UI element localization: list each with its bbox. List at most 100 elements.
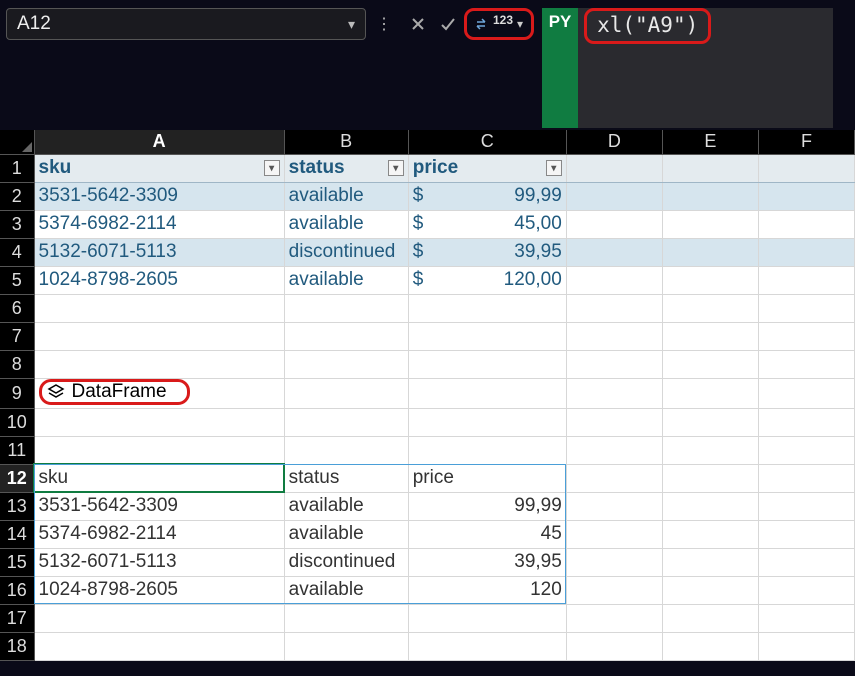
cell-F3[interactable]: [758, 210, 854, 238]
cell-C18[interactable]: [408, 632, 566, 660]
cell-B17[interactable]: [284, 604, 408, 632]
row-header-13[interactable]: 13: [0, 492, 34, 520]
cell-A7[interactable]: [34, 322, 284, 350]
cell-C16[interactable]: 120: [408, 576, 566, 604]
cell-D10[interactable]: [566, 408, 662, 436]
cell-C11[interactable]: [408, 436, 566, 464]
cell-E11[interactable]: [662, 436, 758, 464]
cancel-button[interactable]: [404, 10, 432, 38]
cell-A9[interactable]: DataFrame: [34, 378, 284, 408]
cell-C12[interactable]: price: [408, 464, 566, 492]
cell-B1[interactable]: status▾: [284, 154, 408, 182]
cell-F16[interactable]: [758, 576, 854, 604]
cell-B7[interactable]: [284, 322, 408, 350]
cell-E4[interactable]: [662, 238, 758, 266]
cell-E14[interactable]: [662, 520, 758, 548]
row-header-8[interactable]: 8: [0, 350, 34, 378]
cell-F17[interactable]: [758, 604, 854, 632]
cell-F13[interactable]: [758, 492, 854, 520]
cell-F15[interactable]: [758, 548, 854, 576]
cell-D5[interactable]: [566, 266, 662, 294]
cell-F6[interactable]: [758, 294, 854, 322]
select-all-corner[interactable]: [0, 130, 34, 154]
cell-D17[interactable]: [566, 604, 662, 632]
name-box-wrap[interactable]: ▾: [6, 8, 366, 40]
cell-D2[interactable]: [566, 182, 662, 210]
cell-A13[interactable]: 3531-5642-3309: [34, 492, 284, 520]
cell-B13[interactable]: available: [284, 492, 408, 520]
row-header-15[interactable]: 15: [0, 548, 34, 576]
cell-C1[interactable]: price▾: [408, 154, 566, 182]
cell-F9[interactable]: [758, 378, 854, 408]
dataframe-pill[interactable]: DataFrame: [39, 379, 190, 405]
cell-D7[interactable]: [566, 322, 662, 350]
cell-D18[interactable]: [566, 632, 662, 660]
cell-C5[interactable]: $120,00: [408, 266, 566, 294]
cell-D8[interactable]: [566, 350, 662, 378]
cell-E7[interactable]: [662, 322, 758, 350]
col-header-A[interactable]: A: [34, 130, 284, 154]
cell-F18[interactable]: [758, 632, 854, 660]
cell-D3[interactable]: [566, 210, 662, 238]
row-header-16[interactable]: 16: [0, 576, 34, 604]
chevron-down-icon[interactable]: ▾: [348, 16, 355, 33]
cell-B18[interactable]: [284, 632, 408, 660]
row-header-14[interactable]: 14: [0, 520, 34, 548]
cell-A18[interactable]: [34, 632, 284, 660]
cell-E9[interactable]: [662, 378, 758, 408]
cell-A14[interactable]: 5374-6982-2114: [34, 520, 284, 548]
row-header-7[interactable]: 7: [0, 322, 34, 350]
cell-F4[interactable]: [758, 238, 854, 266]
output-mode-toggle[interactable]: 123 ▾: [464, 8, 534, 40]
row-header-12[interactable]: 12: [0, 464, 34, 492]
cell-B3[interactable]: available: [284, 210, 408, 238]
kebab-icon[interactable]: ⋮: [376, 14, 394, 34]
col-header-F[interactable]: F: [758, 130, 854, 154]
filter-button[interactable]: ▾: [546, 160, 562, 176]
python-editor[interactable]: xl("A9"): [578, 8, 833, 128]
cell-B12[interactable]: status: [284, 464, 408, 492]
cell-D6[interactable]: [566, 294, 662, 322]
cell-F5[interactable]: [758, 266, 854, 294]
cell-E8[interactable]: [662, 350, 758, 378]
cell-F1[interactable]: [758, 154, 854, 182]
row-header-4[interactable]: 4: [0, 238, 34, 266]
cell-C15[interactable]: 39,95: [408, 548, 566, 576]
spreadsheet-grid[interactable]: ABCDEF1sku▾status▾price▾23531-5642-3309a…: [0, 130, 855, 661]
cell-C4[interactable]: $39,95: [408, 238, 566, 266]
cell-F14[interactable]: [758, 520, 854, 548]
cell-B16[interactable]: available: [284, 576, 408, 604]
cell-A16[interactable]: 1024-8798-2605: [34, 576, 284, 604]
cell-E5[interactable]: [662, 266, 758, 294]
confirm-button[interactable]: [434, 10, 462, 38]
cell-F10[interactable]: [758, 408, 854, 436]
cell-B2[interactable]: available: [284, 182, 408, 210]
cell-B5[interactable]: available: [284, 266, 408, 294]
cell-E6[interactable]: [662, 294, 758, 322]
cell-D11[interactable]: [566, 436, 662, 464]
cell-B9[interactable]: [284, 378, 408, 408]
cell-F7[interactable]: [758, 322, 854, 350]
cell-A12[interactable]: sku: [34, 464, 284, 492]
cell-E17[interactable]: [662, 604, 758, 632]
cell-D14[interactable]: [566, 520, 662, 548]
cell-A15[interactable]: 5132-6071-5113: [34, 548, 284, 576]
cell-C10[interactable]: [408, 408, 566, 436]
cell-A17[interactable]: [34, 604, 284, 632]
cell-C8[interactable]: [408, 350, 566, 378]
cell-D13[interactable]: [566, 492, 662, 520]
cell-B14[interactable]: available: [284, 520, 408, 548]
cell-C17[interactable]: [408, 604, 566, 632]
row-header-10[interactable]: 10: [0, 408, 34, 436]
col-header-E[interactable]: E: [662, 130, 758, 154]
cell-F11[interactable]: [758, 436, 854, 464]
row-header-18[interactable]: 18: [0, 632, 34, 660]
cell-E18[interactable]: [662, 632, 758, 660]
cell-A1[interactable]: sku▾: [34, 154, 284, 182]
cell-C9[interactable]: [408, 378, 566, 408]
cell-E1[interactable]: [662, 154, 758, 182]
cell-D15[interactable]: [566, 548, 662, 576]
cell-E3[interactable]: [662, 210, 758, 238]
filter-button[interactable]: ▾: [388, 160, 404, 176]
cell-E15[interactable]: [662, 548, 758, 576]
